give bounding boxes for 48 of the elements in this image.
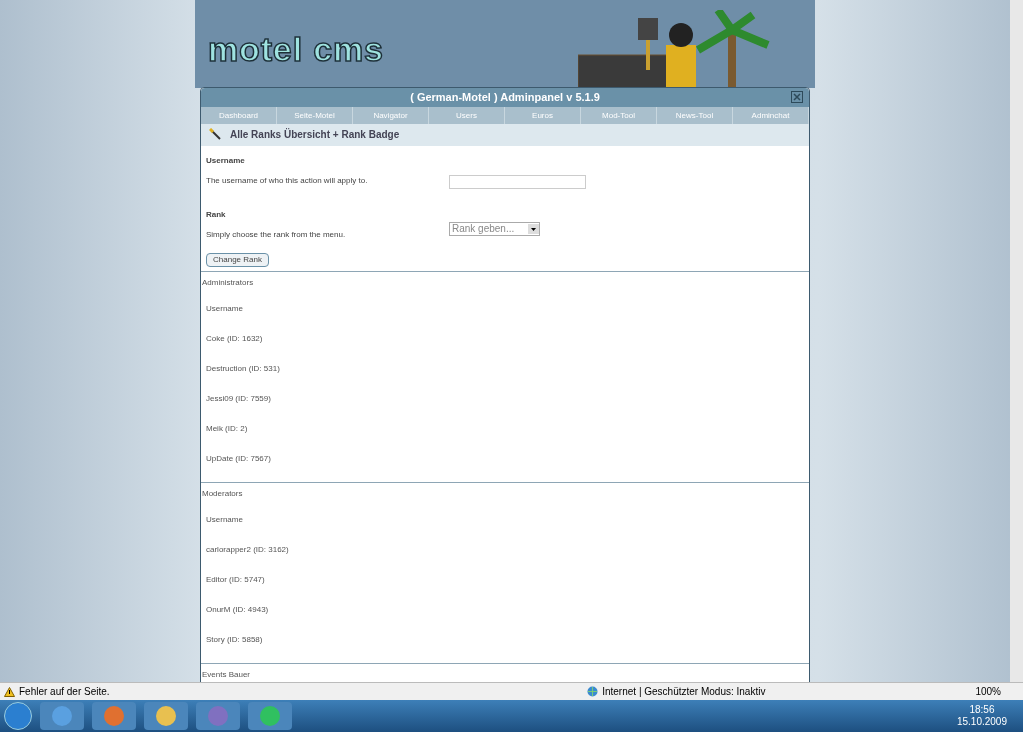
scrollbar[interactable] (1010, 0, 1023, 682)
member-name: Destruction (ID: 531) (205, 363, 281, 375)
nav-tab[interactable]: Adminchat (733, 106, 809, 124)
nav-tab[interactable]: News-Tool (657, 106, 733, 124)
globe-icon (587, 686, 599, 697)
column-header: Username (205, 303, 244, 315)
member-name: Jessi09 (ID: 7559) (205, 393, 272, 405)
zoom-level[interactable]: 100% (975, 684, 1001, 699)
member-name: carlorapper2 (ID: 3162) (205, 544, 290, 556)
start-button[interactable] (4, 702, 32, 730)
warning-icon (4, 686, 15, 697)
nav-tab[interactable]: Dashboard (201, 106, 277, 124)
field-hint: Simply choose the rank from the menu. (206, 228, 347, 241)
member-name: OnurM (ID: 4943) (205, 604, 270, 616)
taskbar-app-icon[interactable] (196, 702, 240, 730)
field-label: Username (206, 154, 246, 167)
panel-title: ( German-Motel ) Adminpanel v 5.1.9 (410, 90, 600, 105)
nav-tab[interactable]: Mod-Tool (581, 106, 657, 124)
group-title: Events Bauer (201, 669, 252, 681)
group-title: Administrators (201, 277, 255, 289)
taskbar-app-icon[interactable] (40, 702, 84, 730)
member-name: Meik (ID: 2) (205, 423, 249, 435)
nav-tab[interactable]: Seite-Motel (277, 106, 353, 124)
column-header: Username (205, 514, 244, 526)
field-label: Rank (206, 208, 227, 221)
nav-tab[interactable]: Users (429, 106, 505, 124)
change-rank-button[interactable]: Change Rank (206, 252, 269, 267)
security-zone: Internet | Geschützter Modus: Inaktiv (602, 685, 766, 699)
wand-icon (209, 128, 222, 142)
clock-time: 18:56 (969, 704, 995, 716)
nav-tab[interactable]: Navigator (353, 106, 429, 124)
member-name: Editor (ID: 5747) (205, 574, 266, 586)
logo-text: motel cms (207, 30, 385, 68)
member-name: UpDate (ID: 7567) (205, 453, 272, 465)
clock-date: 15.10.2009 (956, 716, 1007, 728)
rank-dropdown[interactable]: Rank geben... (449, 221, 540, 236)
close-icon[interactable] (791, 91, 803, 103)
nav-tab[interactable]: Euros (505, 106, 581, 124)
member-name: Coke (ID: 1632) (205, 333, 264, 345)
field-hint: The username of who this action will apply to. (206, 174, 369, 187)
taskbar-app-icon[interactable] (92, 702, 136, 730)
status-message: Fehler auf der Seite. (19, 685, 110, 699)
taskbar-app-icon[interactable] (248, 702, 292, 730)
taskbar-app-icon[interactable] (144, 702, 188, 730)
member-name: Story (ID: 5858) (205, 634, 264, 646)
username-input[interactable] (449, 174, 586, 189)
group-title: Moderators (201, 488, 244, 500)
section-title: Alle Ranks Übersicht + Rank Badge (230, 127, 400, 143)
